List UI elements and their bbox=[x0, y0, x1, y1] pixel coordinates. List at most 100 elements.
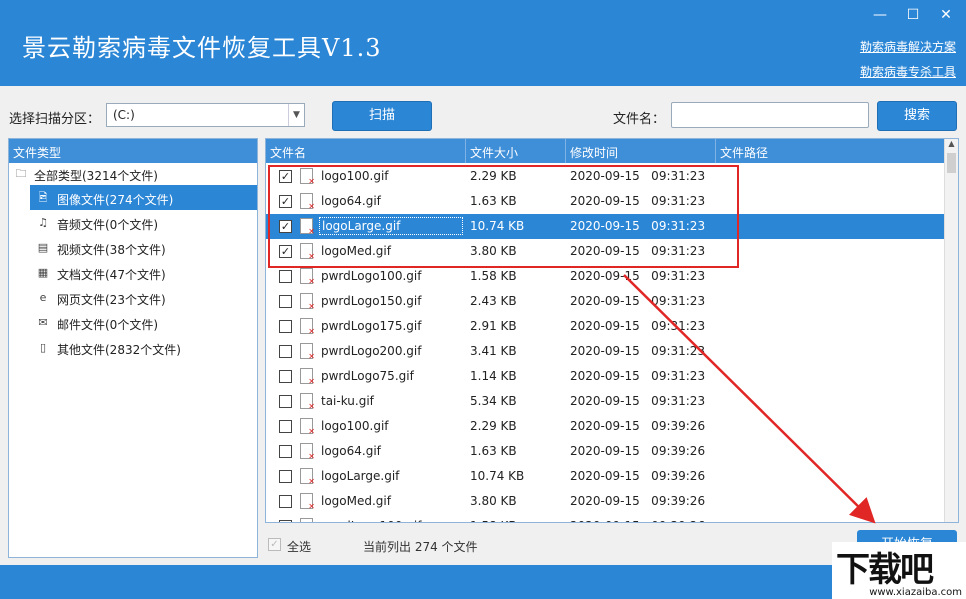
video-file-icon: ▤ bbox=[37, 241, 49, 254]
table-row[interactable]: pwrdLogo175.gif 2.91 KB 2020-09-15 09:31:2… bbox=[266, 314, 946, 339]
scan-button[interactable]: 扫描 bbox=[332, 101, 432, 131]
damaged-file-icon bbox=[300, 468, 315, 486]
tree-item-4[interactable]: e 网页文件(23个文件) bbox=[9, 285, 257, 310]
tree-item-label: 邮件文件(0个文件) bbox=[57, 318, 158, 332]
tree-item-0[interactable]: 🖻 图像文件(274个文件) bbox=[30, 185, 257, 210]
tree-item-label: 其他文件(2832个文件) bbox=[57, 343, 181, 357]
row-checkbox[interactable] bbox=[279, 320, 292, 333]
cell-file-name: logo100.gif bbox=[321, 169, 389, 183]
cell-modified-time: 2020-09-15 09:31:23 bbox=[570, 244, 706, 258]
table-row[interactable]: pwrdLogo100.gif 1.58 KB 2020-09-15 09:31:2… bbox=[266, 264, 946, 289]
table-row[interactable]: ✓ logo64.gif 1.63 KB 2020-09-15 09:31:23 bbox=[266, 189, 946, 214]
tree-item-3[interactable]: ▦ 文档文件(47个文件) bbox=[9, 260, 257, 285]
cell-file-name: pwrdLogo100.gif bbox=[321, 519, 421, 522]
file-type-panel: 文件类型 🗀 全部类型(3214个文件) 🖻 图像文件(274个文件) ♫ 音频文件(… bbox=[8, 138, 258, 558]
damaged-file-icon bbox=[300, 193, 315, 211]
cell-file-name: logoMed.gif bbox=[321, 494, 391, 508]
web-file-icon: e bbox=[39, 291, 47, 304]
cell-modified-time: 2020-09-15 09:39:26 bbox=[570, 519, 705, 522]
partition-label: 选择扫描分区： bbox=[9, 112, 101, 127]
table-row[interactable]: logo100.gif 2.29 KB 2020-09-15 09:39:26 bbox=[266, 414, 946, 439]
row-checkbox[interactable] bbox=[279, 420, 292, 433]
maximize-icon[interactable]: ☐ bbox=[901, 6, 925, 24]
tree-item-5[interactable]: ✉ 邮件文件(0个文件) bbox=[9, 310, 257, 335]
row-checkbox[interactable]: ✓ bbox=[279, 220, 292, 233]
table-row[interactable]: tai-ku.gif 5.34 KB 2020-09-15 09:31:23 bbox=[266, 389, 946, 414]
column-header-size[interactable]: 文件大小 bbox=[466, 139, 566, 163]
tree-item-2[interactable]: ▤ 视频文件(38个文件) bbox=[9, 235, 257, 260]
damaged-file-icon bbox=[300, 243, 315, 261]
table-row[interactable]: logoMed.gif 3.80 KB 2020-09-15 09:39:26 bbox=[266, 489, 946, 514]
cell-file-size: 2.91 KB bbox=[470, 319, 517, 333]
cell-file-size: 3.41 KB bbox=[470, 344, 517, 358]
table-row[interactable]: pwrdLogo150.gif 2.43 KB 2020-09-15 09:31:2… bbox=[266, 289, 946, 314]
row-checkbox[interactable]: ✓ bbox=[279, 170, 292, 183]
cell-modified-time: 2020-09-15 09:31:23 bbox=[570, 194, 706, 208]
scroll-up-icon[interactable]: ▲ bbox=[945, 139, 958, 153]
column-header-path[interactable]: 文件路径 bbox=[716, 139, 946, 163]
table-row[interactable]: pwrdLogo200.gif 3.41 KB 2020-09-15 09:31:2… bbox=[266, 339, 946, 364]
cell-file-size: 2.29 KB bbox=[470, 169, 517, 183]
tree-item-label: 视频文件(38个文件) bbox=[57, 243, 166, 257]
row-checkbox[interactable] bbox=[279, 295, 292, 308]
vertical-scrollbar[interactable]: ▲ bbox=[944, 139, 958, 522]
damaged-file-icon bbox=[300, 518, 313, 522]
tree-item-label: 网页文件(23个文件) bbox=[57, 293, 166, 307]
row-checkbox[interactable] bbox=[279, 520, 292, 522]
cell-modified-time: 2020-09-15 09:31:23 bbox=[570, 394, 706, 408]
cell-file-name: pwrdLogo200.gif bbox=[321, 344, 422, 358]
cell-file-size: 10.74 KB bbox=[470, 219, 525, 233]
cell-modified-time: 2020-09-15 09:31:23 bbox=[570, 269, 706, 283]
ransomware-solution-link[interactable]: 勒索病毒解决方案 bbox=[860, 38, 956, 55]
cell-file-name: logoLarge.gif bbox=[321, 469, 400, 483]
row-checkbox[interactable] bbox=[279, 470, 292, 483]
scroll-thumb[interactable] bbox=[947, 153, 956, 173]
document-file-icon: ▦ bbox=[37, 266, 49, 279]
tree-item-1[interactable]: ♫ 音频文件(0个文件) bbox=[9, 210, 257, 235]
tree-root-label: 全部类型(3214个文件) bbox=[34, 169, 158, 183]
cell-file-name: logoMed.gif bbox=[321, 244, 391, 258]
cell-modified-time: 2020-09-15 09:39:26 bbox=[570, 469, 706, 483]
file-type-header: 文件类型 bbox=[9, 139, 257, 163]
cell-file-size: 3.80 KB bbox=[470, 244, 517, 258]
table-row[interactable]: ✓ logo100.gif 2.29 KB 2020-09-15 09:31:23 bbox=[266, 164, 946, 189]
cell-modified-time: 2020-09-15 09:39:26 bbox=[570, 419, 706, 433]
row-checkbox[interactable] bbox=[279, 445, 292, 458]
cell-modified-time: 2020-09-15 09:39:26 bbox=[570, 444, 706, 458]
row-checkbox[interactable] bbox=[279, 345, 292, 358]
damaged-file-icon bbox=[300, 493, 315, 511]
cell-modified-time: 2020-09-15 09:31:23 bbox=[570, 169, 706, 183]
search-button[interactable]: 搜索 bbox=[877, 101, 957, 131]
filename-input[interactable] bbox=[671, 102, 869, 128]
row-checkbox[interactable] bbox=[279, 270, 292, 283]
row-checkbox[interactable] bbox=[279, 395, 292, 408]
file-list-header: 文件名 文件大小 修改时间 文件路径 bbox=[266, 139, 946, 163]
cell-file-name: pwrdLogo150.gif bbox=[321, 294, 422, 308]
row-checkbox[interactable] bbox=[279, 495, 292, 508]
close-icon[interactable]: ✕ bbox=[934, 6, 958, 24]
watermark-logo-text: 下载吧 bbox=[836, 550, 934, 590]
audio-file-icon: ♫ bbox=[38, 216, 48, 229]
table-row[interactable]: logo64.gif 1.63 KB 2020-09-15 09:39:26 bbox=[266, 439, 946, 464]
partition-select[interactable]: (C:) ▼ bbox=[106, 103, 305, 127]
chevron-down-icon[interactable]: ▼ bbox=[288, 104, 304, 126]
table-row[interactable]: logoLarge.gif 10.74 KB 2020-09-15 09:39:26 bbox=[266, 464, 946, 489]
tree-root-all-types[interactable]: 🗀 全部类型(3214个文件) bbox=[9, 163, 257, 185]
table-row[interactable]: pwrdLogo75.gif 1.14 KB 2020-09-15 09:31:23 bbox=[266, 364, 946, 389]
row-checkbox[interactable]: ✓ bbox=[279, 195, 292, 208]
ransomware-killer-link[interactable]: 勒索病毒专杀工具 bbox=[860, 63, 956, 80]
select-all-checkbox[interactable]: ✓ bbox=[268, 538, 281, 551]
minimize-icon[interactable]: — bbox=[868, 6, 892, 24]
cell-file-name: pwrdLogo75.gif bbox=[321, 369, 414, 383]
tree-item-6[interactable]: ▯ 其他文件(2832个文件) bbox=[9, 335, 257, 360]
bottom-bar bbox=[0, 565, 966, 599]
row-checkbox[interactable] bbox=[279, 370, 292, 383]
row-checkbox[interactable]: ✓ bbox=[279, 245, 292, 258]
table-row[interactable]: ✓ logoLarge.gif 10.74 KB 2020-09-15 09:31:2… bbox=[266, 214, 946, 239]
column-header-name[interactable]: 文件名 bbox=[266, 139, 466, 163]
table-row[interactable]: ✓ logoMed.gif 3.80 KB 2020-09-15 09:31:23 bbox=[266, 239, 946, 264]
cell-modified-time: 2020-09-15 09:31:23 bbox=[570, 344, 706, 358]
column-header-modified[interactable]: 修改时间 bbox=[566, 139, 716, 163]
cell-file-size: 5.34 KB bbox=[470, 394, 517, 408]
table-row[interactable]: pwrdLogo100.gif 1.58 KB 2020-09-15 09:39:2… bbox=[266, 514, 946, 522]
